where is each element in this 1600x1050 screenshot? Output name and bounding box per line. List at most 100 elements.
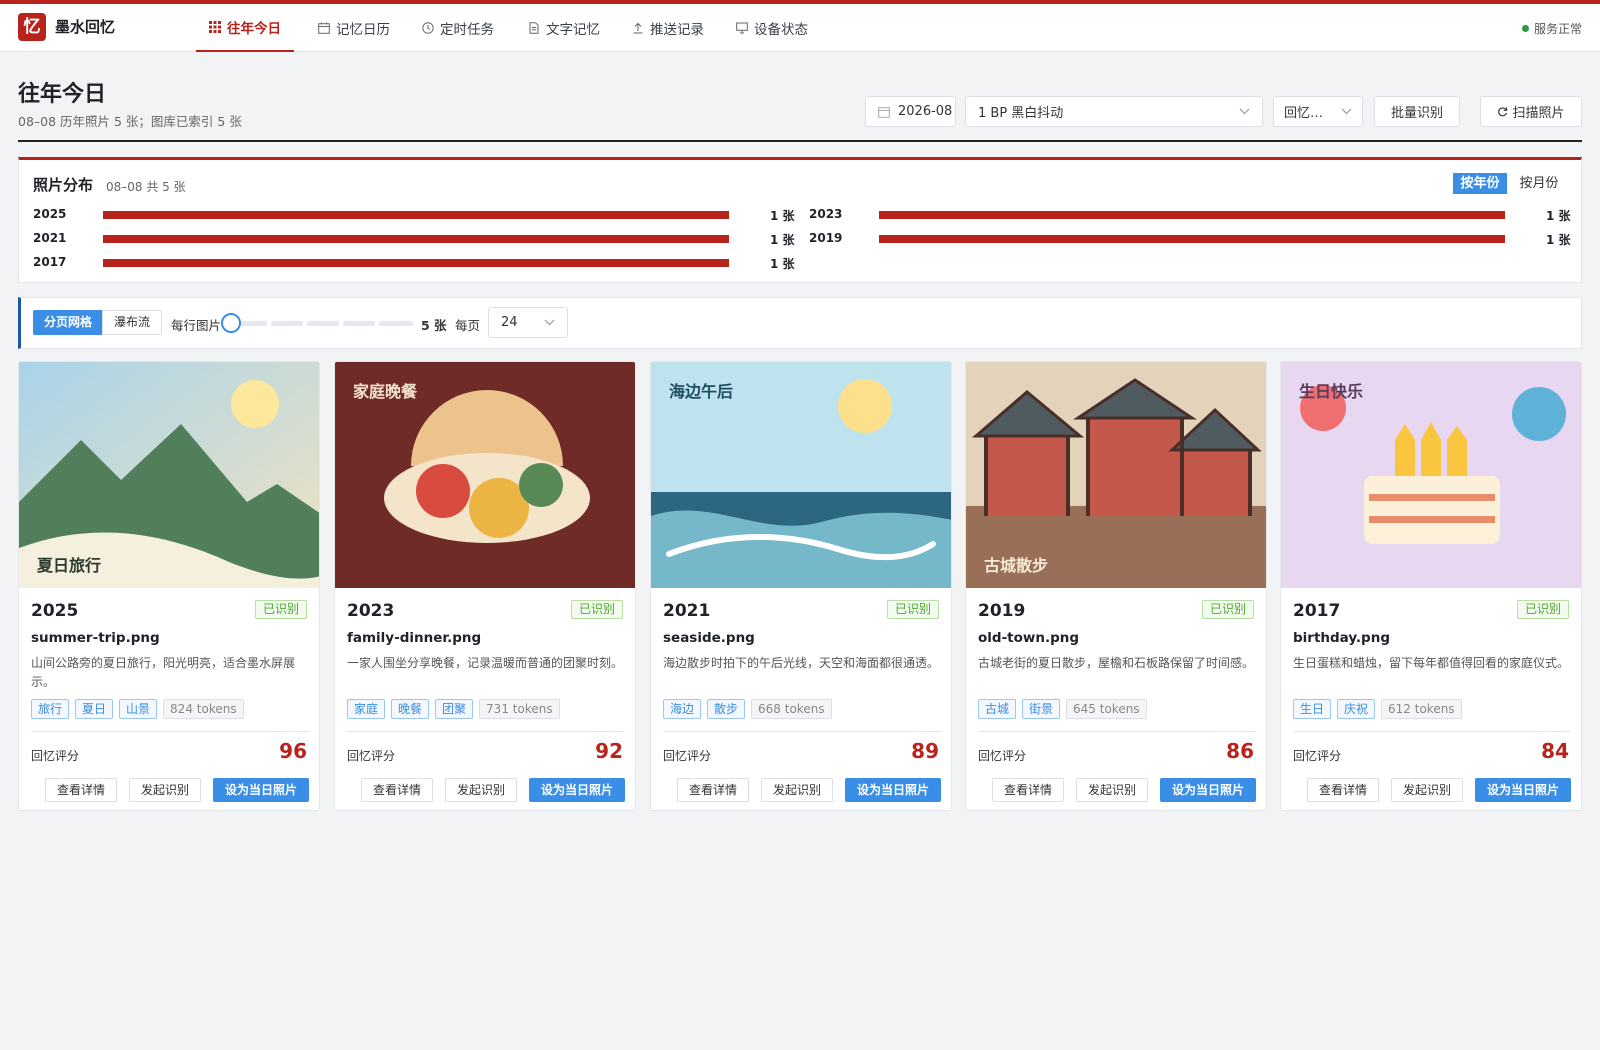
photo-year: 2025: [31, 601, 79, 621]
distribution-year: 2017: [33, 255, 67, 269]
dither-mode-select[interactable]: 1 BP 黑白抖动: [965, 96, 1263, 127]
card-divider: [978, 731, 1256, 732]
per-row-slider-knob[interactable]: [221, 313, 241, 333]
photo-tags: 生日 庆祝 612 tokens: [1293, 699, 1462, 719]
set-daily-photo-button[interactable]: 设为当日照片: [213, 778, 309, 802]
tag: 街景: [1022, 699, 1061, 719]
card-divider: [347, 731, 625, 732]
slider-segment: [343, 321, 375, 326]
tag: 夏日: [75, 699, 114, 719]
photo-card[interactable]: 生日快乐 2017 已识别 birthday.png 生日蛋糕和蜡烛，留下每年都…: [1280, 361, 1582, 811]
grid-icon: [209, 21, 221, 33]
photo-distribution-panel: 照片分布 08–08 共 5 张 按年份 按月份 2025 1 张 2023 1…: [18, 157, 1582, 283]
view-details-button[interactable]: 查看详情: [677, 778, 749, 802]
photo-filename: seaside.png: [663, 630, 755, 646]
photo-card[interactable]: 家庭晚餐 2023 已识别 family-dinner.png 一家人围坐分享晚…: [334, 361, 636, 811]
page-subtitle: 08–08 历年照片 5 张；图库已索引 5 张: [18, 114, 242, 129]
photo-card[interactable]: 夏日旅行 2025 已识别 summer-trip.png 山间公路旁的夏日旅行…: [18, 361, 320, 811]
start-recognition-button[interactable]: 发起识别: [445, 778, 517, 802]
per-row-label: 每行图片: [171, 318, 222, 333]
set-daily-photo-button[interactable]: 设为当日照片: [845, 778, 941, 802]
token-count: 824 tokens: [163, 699, 244, 719]
sort-value: 回忆…: [1284, 106, 1324, 121]
photo-overlay-caption: 海边午后: [669, 382, 734, 401]
tag: 团聚: [435, 699, 474, 719]
per-page-select[interactable]: 24: [488, 307, 568, 338]
photo-card[interactable]: 古城散步 2019 已识别 old-town.png 古城老街的夏日散步，屋檐和…: [965, 361, 1267, 811]
distribution-count: 1 张: [770, 233, 795, 247]
photo-description: 古城老街的夏日散步，屋檐和石板路保留了时间感。: [978, 656, 1255, 670]
memory-score-label: 回忆评分: [1293, 749, 1342, 763]
memory-score-label: 回忆评分: [663, 749, 712, 763]
refresh-icon: [1498, 107, 1508, 117]
by-year-toggle[interactable]: 按年份: [1453, 173, 1507, 194]
view-details-button[interactable]: 查看详情: [1307, 778, 1379, 802]
waterfall-mode-toggle[interactable]: 瀑布流: [102, 310, 162, 335]
photo-overlay-caption: 生日快乐: [1299, 382, 1364, 401]
per-row-value: 5 张: [421, 318, 447, 333]
slider-segment: [307, 321, 339, 326]
view-details-button[interactable]: 查看详情: [45, 778, 117, 802]
scan-photos-button[interactable]: 扫描照片: [1480, 96, 1582, 127]
tab-today-in-history[interactable]: 往年今日: [196, 4, 294, 52]
tab-label: 设备状态: [754, 22, 808, 38]
service-status-text: 服务正常: [1533, 22, 1582, 36]
status-badge: 已识别: [254, 600, 307, 619]
photo-thumbnail[interactable]: 夏日旅行: [19, 362, 319, 588]
app-name: 墨水回忆: [55, 18, 116, 36]
start-recognition-button[interactable]: 发起识别: [1076, 778, 1148, 802]
sort-select[interactable]: 回忆…: [1273, 96, 1363, 127]
photo-year: 2023: [347, 601, 395, 621]
start-recognition-button[interactable]: 发起识别: [129, 778, 201, 802]
status-badge: 已识别: [570, 600, 623, 619]
set-daily-photo-button[interactable]: 设为当日照片: [529, 778, 625, 802]
tag: 晚餐: [391, 699, 430, 719]
distribution-count: 1 张: [1546, 233, 1571, 247]
distribution-count: 1 张: [770, 257, 795, 271]
tab-text-memories[interactable]: 文字记忆: [528, 4, 600, 52]
distribution-bar: [103, 211, 729, 219]
by-month-toggle[interactable]: 按月份: [1511, 173, 1567, 194]
photo-filename: birthday.png: [1293, 630, 1390, 646]
tab-label: 记忆日历: [336, 22, 390, 38]
start-recognition-button[interactable]: 发起识别: [1391, 778, 1463, 802]
per-page-value: 24: [501, 315, 518, 330]
token-count: 731 tokens: [479, 699, 560, 719]
tab-label: 定时任务: [440, 22, 494, 38]
photo-thumbnail[interactable]: 海边午后: [651, 362, 951, 588]
slider-segment: [271, 321, 303, 326]
tab-device-status[interactable]: 设备状态: [736, 4, 808, 52]
service-status: 服务正常: [1521, 20, 1582, 37]
tab-scheduled-tasks[interactable]: 定时任务: [422, 4, 494, 52]
photo-thumbnail[interactable]: 古城散步: [966, 362, 1266, 588]
memory-score: 86: [1226, 739, 1254, 763]
view-details-button[interactable]: 查看详情: [361, 778, 433, 802]
batch-recognize-label: 批量识别: [1390, 106, 1443, 121]
status-badge: 已识别: [886, 600, 939, 619]
view-controls-bar: 分页网格 瀑布流 每行图片 5 张 每页 24: [18, 297, 1582, 349]
photo-thumbnail[interactable]: 生日快乐: [1281, 362, 1581, 588]
photo-description: 生日蛋糕和蜡烛，留下每年都值得回看的家庭仪式。: [1293, 656, 1570, 670]
distribution-title: 照片分布: [33, 176, 94, 194]
distribution-bar: [879, 235, 1505, 243]
calendar-icon: [318, 22, 330, 34]
tab-memory-calendar[interactable]: 记忆日历: [318, 4, 390, 52]
photo-card[interactable]: 海边午后 2021 已识别 seaside.png 海边散步时拍下的午后光线，天…: [650, 361, 952, 811]
token-count: 668 tokens: [751, 699, 832, 719]
grid-mode-toggle[interactable]: 分页网格: [33, 310, 103, 335]
date-picker[interactable]: 2026-08: [865, 96, 956, 127]
start-recognition-button[interactable]: 发起识别: [761, 778, 833, 802]
tab-push-records[interactable]: 推送记录: [632, 4, 704, 52]
view-details-button[interactable]: 查看详情: [992, 778, 1064, 802]
distribution-bar: [103, 259, 729, 267]
monitor-icon: [736, 22, 748, 34]
dither-mode-value: 1 BP 黑白抖动: [978, 106, 1064, 121]
distribution-year: 2023: [809, 207, 843, 221]
set-daily-photo-button[interactable]: 设为当日照片: [1160, 778, 1256, 802]
tab-label: 文字记忆: [546, 22, 600, 38]
batch-recognize-button[interactable]: 批量识别: [1374, 96, 1460, 127]
set-daily-photo-button[interactable]: 设为当日照片: [1475, 778, 1571, 802]
photo-thumbnail[interactable]: 家庭晚餐: [335, 362, 635, 588]
chevron-down-icon: [1341, 108, 1352, 115]
photo-filename: summer-trip.png: [31, 630, 160, 646]
